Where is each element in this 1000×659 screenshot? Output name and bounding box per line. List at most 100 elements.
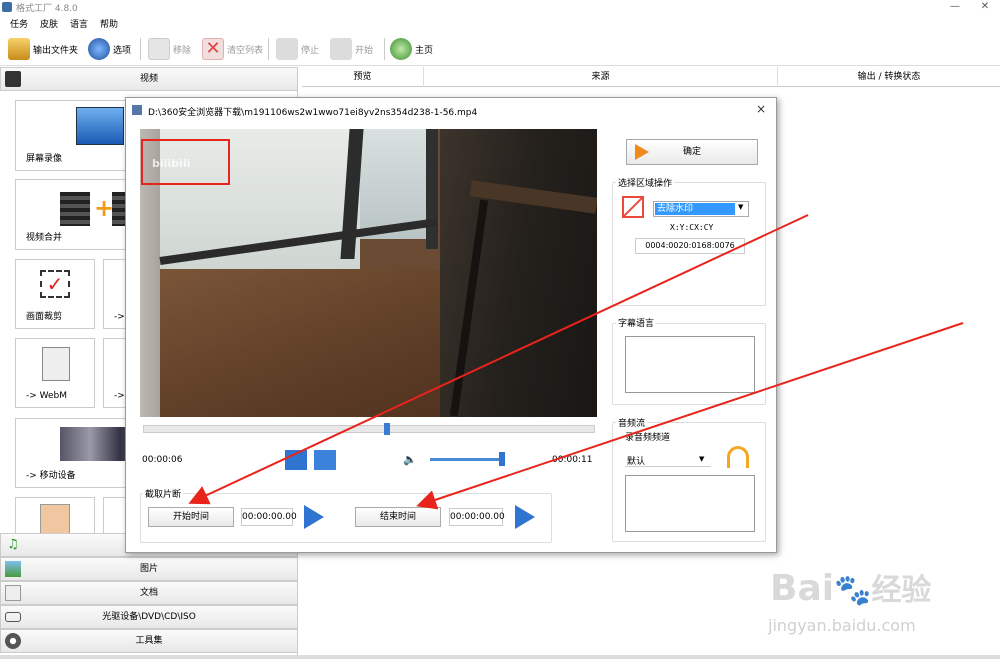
tile-label: -> 移动设备 <box>26 471 76 481</box>
minimize-button[interactable]: — <box>940 0 970 14</box>
ok-label: 确定 <box>682 147 701 157</box>
app-window: 格式工厂 4.8.0 — ✕ 任务 皮肤 语言 帮助 输出文件夹 选项 移除 ✕… <box>0 0 1000 659</box>
pause-icon[interactable] <box>285 450 307 470</box>
audio-select[interactable]: 默认 ▼ <box>625 451 711 467</box>
close-window-button[interactable]: ✕ <box>970 0 1000 14</box>
current-time: 00:00:06 <box>142 455 183 465</box>
tile-label: 画面裁剪 <box>26 312 63 322</box>
tile-label: 屏幕录像 <box>26 154 63 164</box>
tile-crop[interactable]: ✓ 画面裁剪 <box>15 259 95 329</box>
music-note-icon: ♫ <box>7 537 19 552</box>
tile-label: -> WebM <box>26 391 68 401</box>
gear-icon <box>5 633 21 649</box>
crop-region-icon <box>622 196 644 218</box>
tile-webm[interactable]: -> WebM <box>15 338 95 408</box>
column-source[interactable]: 来源 <box>424 67 778 87</box>
seek-bar[interactable] <box>143 425 595 433</box>
status-bar <box>0 655 1000 659</box>
category-picture[interactable]: 图片 <box>0 557 298 581</box>
coord-label: X:Y:CX:CY <box>670 223 714 232</box>
baidu-logo-text: Bai <box>770 568 835 609</box>
menu-tasks[interactable]: 任务 <box>10 17 28 30</box>
stop-icon <box>276 38 298 60</box>
start-time-button[interactable]: 开始时间 <box>148 507 234 527</box>
annotation-box <box>141 139 230 185</box>
crop-diagonal-icon <box>623 197 643 217</box>
region-mode-value: 去除水印 <box>655 203 735 215</box>
total-time: 00:00:11 <box>552 455 593 465</box>
dialog-close-button[interactable]: × <box>756 102 766 116</box>
output-folder-button[interactable]: 输出文件夹 <box>8 36 78 62</box>
folder-icon <box>8 38 30 60</box>
output-folder-label: 输出文件夹 <box>33 45 79 56</box>
column-preview[interactable]: 预览 <box>302 67 424 87</box>
dialog-title: D:\360安全浏览器下载\m191106ws2w1wwo71ei8yv2ns3… <box>148 108 478 118</box>
coord-field[interactable]: 0004:0020:0168:0076 <box>635 238 745 254</box>
baidu-logo-suffix: 经验 <box>871 573 932 608</box>
clear-x-icon: ✕ <box>202 38 224 60</box>
app-icon <box>2 2 12 12</box>
chevron-down-icon: ▼ <box>738 203 744 211</box>
webm-file-icon <box>42 347 70 381</box>
category-disc[interactable]: 光驱设备\DVD\CD\ISO <box>0 605 298 629</box>
play-end-icon[interactable] <box>515 505 535 529</box>
category-video-label: 视频 <box>139 74 158 84</box>
tile-more[interactable] <box>15 497 95 535</box>
file-icon <box>40 504 70 534</box>
start-time-field[interactable]: 00:00:00.00 <box>241 508 297 526</box>
seek-thumb[interactable] <box>384 423 391 435</box>
category-label: 光驱设备\DVD\CD\ISO <box>102 612 196 622</box>
volume-slider[interactable] <box>430 458 502 461</box>
end-time-field[interactable]: 00:00:00.00 <box>449 508 505 526</box>
document-remove-icon <box>148 38 170 60</box>
subtitle-list[interactable] <box>625 336 755 393</box>
category-label: 图片 <box>139 564 158 574</box>
tile-label: -> <box>114 312 125 322</box>
dialog-icon <box>132 105 142 115</box>
play-start-icon[interactable] <box>304 505 324 529</box>
stop-button[interactable]: 停止 <box>276 36 319 62</box>
stop-playback-icon[interactable] <box>314 450 336 470</box>
tile-label: -> <box>114 391 125 401</box>
clip-group-title: 截取片断 <box>143 487 184 500</box>
audio-channel-label: 录音频频道 <box>625 433 671 443</box>
audio-list[interactable] <box>625 475 755 532</box>
dialog-title-bar: D:\360安全浏览器下载\m191106ws2w1wwo71ei8yv2ns3… <box>126 98 776 122</box>
clear-list-button[interactable]: ✕ 清空列表 <box>202 36 263 62</box>
globe-icon <box>390 38 412 60</box>
category-video[interactable]: 视频 <box>0 67 298 91</box>
baidu-url: jingyan.baidu.com <box>768 616 916 635</box>
end-time-button[interactable]: 结束时间 <box>355 507 441 527</box>
region-mode-select[interactable]: 去除水印 ▼ <box>653 201 749 217</box>
home-button[interactable]: 主页 <box>390 36 433 62</box>
toolbar-separator <box>384 38 385 60</box>
volume-thumb[interactable] <box>499 452 505 466</box>
menu-skin[interactable]: 皮肤 <box>40 17 58 30</box>
picture-icon <box>5 561 21 577</box>
menu-bar: 任务 皮肤 语言 帮助 <box>0 14 1000 32</box>
remove-button[interactable]: 移除 <box>148 36 191 62</box>
column-output-status[interactable]: 输出 / 转换状态 <box>778 67 1000 87</box>
category-label: 文档 <box>139 588 158 598</box>
start-label: 开始 <box>355 45 374 56</box>
audio-select-value: 默认 <box>627 457 646 467</box>
title-bar: 格式工厂 4.8.0 — ✕ <box>0 0 1000 14</box>
baidu-watermark: Bai🐾经验 <box>770 565 931 609</box>
start-button[interactable]: 开始 <box>330 36 373 62</box>
category-document[interactable]: 文档 <box>0 581 298 605</box>
volume-icon[interactable]: 🔈 <box>403 453 417 466</box>
document-icon <box>5 585 21 601</box>
start-icon <box>330 38 352 60</box>
menu-language[interactable]: 语言 <box>70 17 88 30</box>
category-tools[interactable]: 工具集 <box>0 629 298 653</box>
film-icon <box>5 71 21 87</box>
task-table-header: 预览 来源 输出 / 转换状态 <box>302 67 1000 87</box>
menu-help[interactable]: 帮助 <box>100 17 118 30</box>
screen-record-icon <box>76 107 124 145</box>
ok-button[interactable]: 确定 <box>626 139 758 165</box>
category-label: 工具集 <box>135 636 163 646</box>
tile-label: 视频合并 <box>26 233 63 243</box>
remove-label: 移除 <box>173 45 192 56</box>
stop-label: 停止 <box>301 45 320 56</box>
options-button[interactable]: 选项 <box>88 36 131 62</box>
